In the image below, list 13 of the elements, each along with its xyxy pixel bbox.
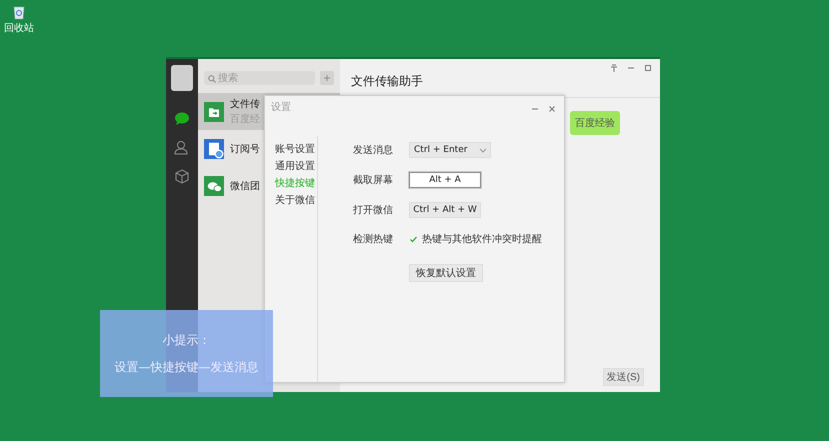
setting-label: 打开微信: [353, 204, 394, 217]
setting-label: 检测热键: [353, 232, 394, 246]
message-bubble: 百度经验: [570, 111, 620, 135]
setting-label: 发送消息: [353, 144, 394, 157]
chat-name: 订阅号: [230, 142, 260, 156]
chat-name: 文件传: [230, 98, 260, 111]
dialog-title: 设置: [271, 100, 291, 114]
chat-title: 文件传输助手: [351, 73, 423, 90]
checkbox-label: 热键与其他软件冲突时提醒: [422, 232, 542, 246]
chat-name: 微信团: [230, 180, 260, 192]
setting-label: 截取屏幕: [353, 174, 394, 187]
tip-text: 设置—快捷按键—发送消息: [114, 358, 258, 376]
tip-title: 小提示：: [162, 332, 210, 348]
